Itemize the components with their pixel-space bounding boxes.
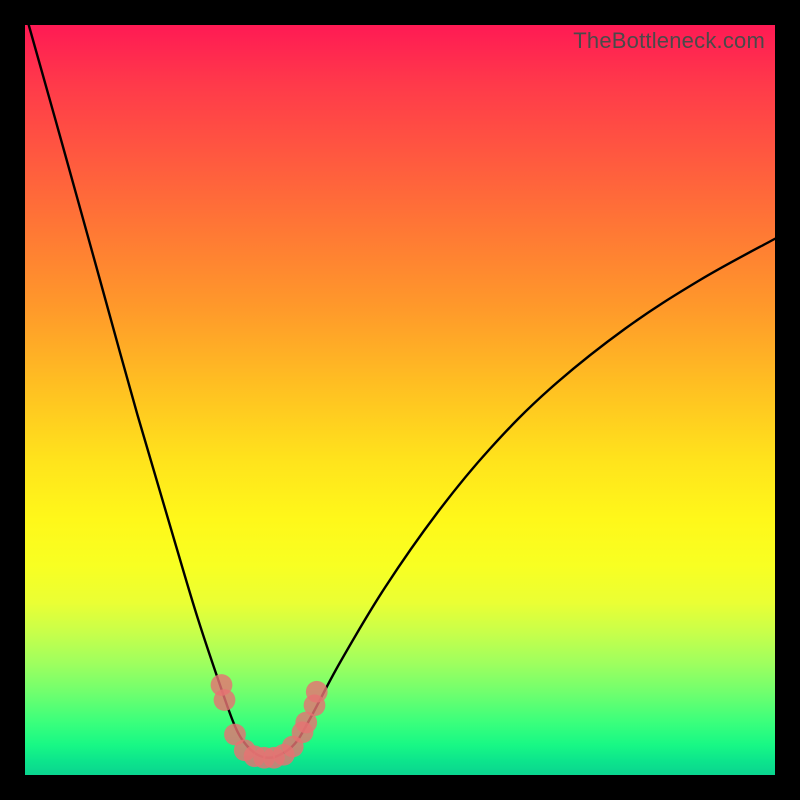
bottleneck-curve <box>29 25 775 758</box>
chart-frame: TheBottleneck.com <box>0 0 800 800</box>
chart-svg <box>25 25 775 775</box>
curve-marker <box>306 681 328 703</box>
curve-marker <box>214 689 236 711</box>
plot-area: TheBottleneck.com <box>25 25 775 775</box>
curve-markers <box>211 674 328 769</box>
